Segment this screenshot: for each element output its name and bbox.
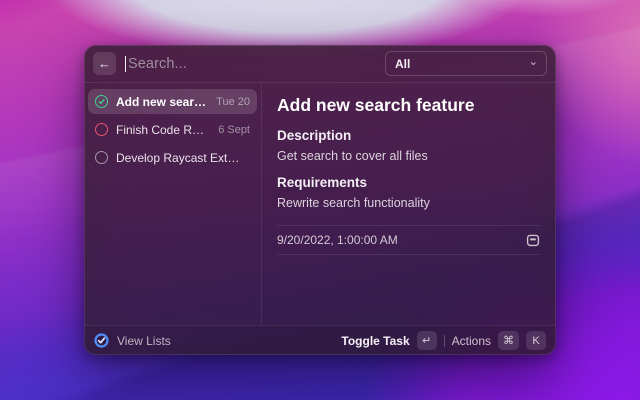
task-open-icon[interactable] — [95, 151, 108, 164]
calendar-icon — [526, 233, 540, 247]
task-detail-title: Add new search feature — [277, 95, 540, 116]
filter-dropdown-value: All — [395, 57, 410, 71]
task-detail-panel: Add new search feature Description Get s… — [262, 83, 556, 325]
section-body: Get search to cover all files — [277, 149, 540, 163]
task-title: Finish Code Reviews — [116, 123, 210, 137]
checkmark-icon — [97, 97, 106, 106]
section-heading: Requirements — [277, 175, 540, 190]
task-due-date: 6 Sept — [218, 124, 250, 136]
task-open-overdue-icon[interactable] — [95, 123, 108, 136]
back-button[interactable]: ← — [93, 52, 116, 75]
section-body: Rewrite search functionality — [277, 196, 540, 210]
toggle-task-action[interactable]: Toggle Task — [341, 334, 409, 348]
footer-separator — [444, 335, 445, 347]
content-area: Add new search feature Tue 20 Finish Cod… — [84, 83, 556, 325]
back-arrow-icon: ← — [98, 56, 111, 71]
filter-dropdown[interactable]: All ⌄ — [385, 51, 547, 76]
todo-list-app-icon — [94, 333, 109, 348]
k-key-badge[interactable]: K — [526, 331, 546, 350]
footer-actions: Toggle Task ↵ Actions ⌘ K — [341, 331, 546, 350]
return-key-badge[interactable]: ↵ — [417, 331, 437, 350]
list-item-add-new-search-feature[interactable]: Add new search feature Tue 20 — [88, 89, 257, 114]
text-caret — [125, 56, 126, 72]
list-item-finish-code-reviews[interactable]: Finish Code Reviews 6 Sept — [88, 117, 257, 142]
actions-menu-button[interactable]: Actions — [452, 334, 491, 348]
chevron-down-icon: ⌄ — [529, 57, 538, 68]
raycast-launcher-window: ← Search... All ⌄ Add new search feature… — [84, 45, 556, 355]
detail-section-description: Description Get search to cover all file… — [277, 128, 540, 163]
due-date-field[interactable]: 9/20/2022, 1:00:00 AM — [277, 225, 540, 255]
task-completed-icon[interactable] — [95, 95, 108, 108]
task-title: Add new search feature — [116, 95, 208, 109]
search-input[interactable]: Search... — [125, 56, 376, 72]
search-placeholder-text: Search... — [128, 56, 187, 72]
footer-app-label: View Lists — [117, 334, 333, 348]
task-due-date: Tue 20 — [216, 96, 250, 108]
task-title: Develop Raycast Extension — [116, 151, 242, 165]
command-key-badge[interactable]: ⌘ — [498, 331, 519, 350]
section-heading: Description — [277, 128, 540, 143]
action-bar: View Lists Toggle Task ↵ Actions ⌘ K — [84, 325, 556, 355]
due-date-value: 9/20/2022, 1:00:00 AM — [277, 233, 398, 247]
search-header: ← Search... All ⌄ — [84, 45, 556, 83]
list-item-develop-raycast-extension[interactable]: Develop Raycast Extension — [88, 145, 257, 170]
detail-section-requirements: Requirements Rewrite search functionalit… — [277, 175, 540, 210]
task-list: Add new search feature Tue 20 Finish Cod… — [84, 83, 262, 325]
